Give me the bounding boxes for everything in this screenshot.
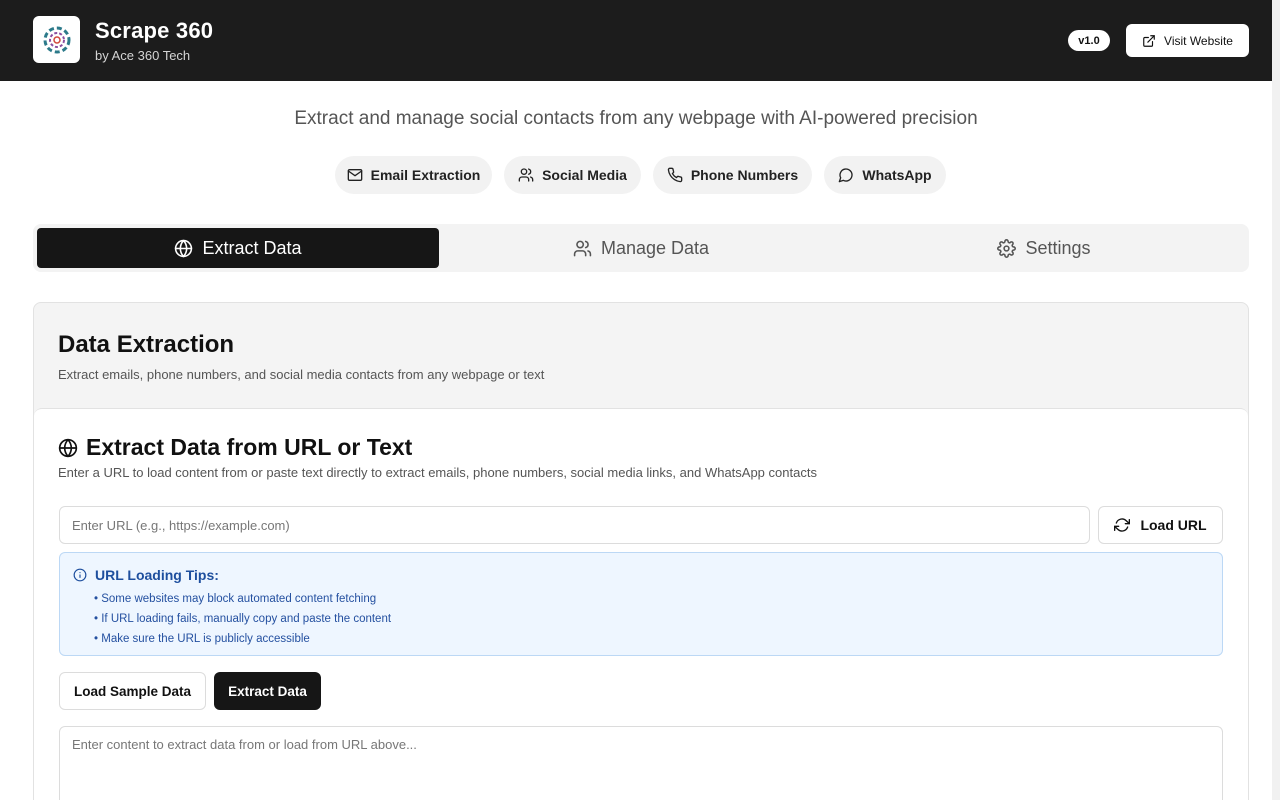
tips-title: URL Loading Tips: — [95, 567, 219, 583]
message-circle-icon — [838, 167, 854, 183]
version-badge: v1.0 — [1068, 30, 1110, 51]
feature-pill-label: Social Media — [542, 167, 627, 183]
extract-data-button[interactable]: Extract Data — [214, 672, 321, 710]
tip-item: If URL loading fails, manually copy and … — [94, 609, 391, 629]
mail-icon — [347, 167, 363, 183]
extract-panel: Extract Data from URL or Text Enter a UR… — [34, 408, 1248, 800]
content-textarea[interactable] — [59, 726, 1223, 800]
tip-item: Some websites may block automated conten… — [94, 589, 391, 609]
tab-label: Extract Data — [202, 237, 302, 258]
extract-panel-title-text: Extract Data from URL or Text — [86, 434, 413, 460]
url-tips-box: URL Loading Tips: Some websites may bloc… — [59, 552, 1223, 656]
data-extraction-card: Data Extraction Extract emails, phone nu… — [33, 302, 1249, 800]
tab-label: Manage Data — [600, 237, 710, 258]
tips-heading: URL Loading Tips: — [73, 567, 219, 583]
tab-extract-data[interactable]: Extract Data — [37, 228, 439, 268]
users-icon — [518, 167, 534, 183]
extract-panel-title: Extract Data from URL or Text — [58, 434, 412, 461]
feature-pill-label: WhatsApp — [862, 167, 932, 183]
app-subtitle: by Ace 360 Tech — [95, 48, 191, 63]
tab-settings[interactable]: Settings — [843, 228, 1245, 268]
globe-icon — [58, 438, 78, 458]
tab-label: Settings — [1025, 237, 1091, 258]
external-link-icon — [1142, 34, 1156, 48]
feature-pill-phone[interactable]: Phone Numbers — [653, 156, 812, 194]
load-url-button[interactable]: Load URL — [1098, 506, 1223, 544]
tab-manage-data[interactable]: Manage Data — [439, 228, 843, 268]
load-url-label: Load URL — [1140, 517, 1207, 533]
feature-pill-social[interactable]: Social Media — [504, 156, 641, 194]
visit-website-button[interactable]: Visit Website — [1126, 24, 1249, 57]
url-input[interactable] — [59, 506, 1090, 544]
load-sample-data-button[interactable]: Load Sample Data — [59, 672, 206, 710]
tagline: Extract and manage social contacts from … — [294, 108, 978, 129]
gear-icon — [997, 238, 1017, 258]
tip-item: Make sure the URL is publicly accessible — [94, 629, 391, 649]
feature-pill-whatsapp[interactable]: WhatsApp — [824, 156, 946, 194]
card-title: Data Extraction — [58, 331, 235, 358]
feature-pill-label: Phone Numbers — [690, 167, 799, 183]
globe-icon — [174, 239, 193, 258]
circular-logo-icon[interactable] — [33, 16, 80, 63]
top-bar: Scrape 360 by Ace 360 Tech v1.0 Visit We… — [0, 0, 1272, 81]
refresh-icon — [1114, 517, 1131, 533]
info-icon — [73, 568, 87, 582]
app-title: Scrape 360 — [95, 18, 214, 43]
main-tabs: Extract Data Manage Data Settings — [33, 224, 1249, 272]
scrollbar[interactable] — [1272, 0, 1280, 800]
feature-pill-label: Email Extraction — [370, 167, 481, 183]
feature-pill-email[interactable]: Email Extraction — [335, 156, 492, 194]
extract-panel-description: Enter a URL to load content from or past… — [58, 465, 817, 480]
feature-pills: Email Extraction Social Media Phone Numb… — [0, 156, 1280, 194]
phone-icon — [667, 167, 683, 183]
users-icon — [573, 239, 592, 258]
visit-website-label: Visit Website — [1164, 33, 1233, 48]
card-description: Extract emails, phone numbers, and socia… — [58, 367, 545, 382]
tips-list: Some websites may block automated conten… — [94, 589, 391, 649]
